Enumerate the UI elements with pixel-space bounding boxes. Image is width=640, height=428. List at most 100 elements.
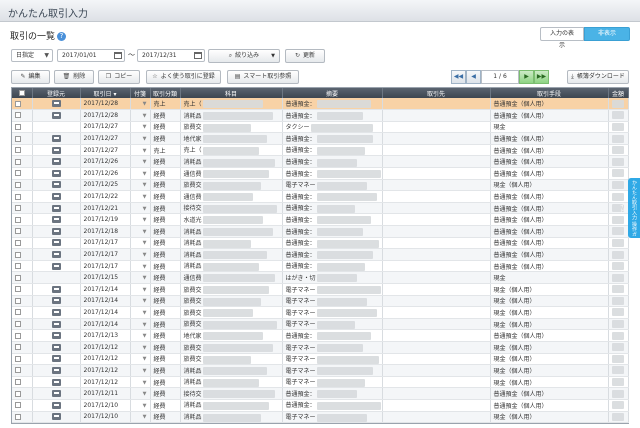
row-checkbox[interactable] xyxy=(15,390,21,397)
row-select-cell[interactable] xyxy=(12,306,33,319)
row-checkbox[interactable] xyxy=(15,286,21,293)
row-checkbox[interactable] xyxy=(15,332,21,339)
table-row[interactable]: 2017/12/12 ▼ 経費 消耗品 電子マネー 現金（個人用） xyxy=(12,364,629,377)
row-checkbox[interactable] xyxy=(15,158,21,165)
table-row[interactable]: 2017/12/18 ▼ 経費 消耗品 普通預金： 普通預金（個人用） xyxy=(12,225,629,238)
tab-hide[interactable]: 非表示 xyxy=(584,27,630,41)
row-select-cell[interactable] xyxy=(12,237,33,250)
chevron-down-icon[interactable]: ▼ xyxy=(143,345,147,351)
refresh-button[interactable]: ↻ 更新 xyxy=(285,49,325,63)
table-row[interactable]: 2017/12/21 ▼ 経費 接待交 普通預金： 普通預金（個人用） xyxy=(12,202,629,215)
tag-cell[interactable]: ▼ xyxy=(130,306,151,319)
row-select-cell[interactable] xyxy=(12,144,33,157)
row-checkbox[interactable] xyxy=(15,170,21,177)
table-row[interactable]: 2017/12/25 ▼ 経費 旅費交 電子マネー 現金（個人用） xyxy=(12,179,629,192)
row-select-cell[interactable] xyxy=(12,387,33,400)
last-page-button[interactable]: ▶▶ xyxy=(534,70,549,84)
row-checkbox[interactable] xyxy=(15,344,21,351)
column-header[interactable]: 金額 xyxy=(608,88,629,98)
tag-cell[interactable]: ▼ xyxy=(130,225,151,238)
tag-cell[interactable]: ▼ xyxy=(130,132,151,145)
table-row[interactable]: 2017/12/17 ▼ 経費 消耗品 普通預金： 普通預金（個人用） xyxy=(12,237,629,250)
row-select-cell[interactable] xyxy=(12,155,33,169)
ledger-download-button[interactable]: ⤓ 帳簿ダウンロード xyxy=(567,70,629,84)
row-select-cell[interactable] xyxy=(12,202,33,215)
table-row[interactable]: 2017/12/14 ▼ 経費 旅費交 電子マネー 現金（個人用） xyxy=(12,306,629,319)
row-checkbox[interactable] xyxy=(15,135,21,142)
chevron-down-icon[interactable]: ▼ xyxy=(143,229,147,235)
chevron-down-icon[interactable]: ▼ xyxy=(143,148,147,154)
chevron-down-icon[interactable]: ▼ xyxy=(143,240,147,246)
edit-button[interactable]: ✎ 編集 xyxy=(11,70,50,84)
table-row[interactable]: 2017/12/17 ▼ 経費 消耗品 普通預金： 普通預金（個人用） xyxy=(12,248,629,261)
tag-cell[interactable]: ▼ xyxy=(130,202,151,215)
row-checkbox[interactable] xyxy=(15,216,21,223)
chevron-down-icon[interactable]: ▼ xyxy=(143,217,147,223)
delete-button[interactable]: 🗑 削除 xyxy=(54,70,94,84)
table-row[interactable]: 2017/12/26 ▼ 経費 消耗品 普通預金： 普通預金（個人用） xyxy=(12,155,629,169)
row-select-cell[interactable] xyxy=(12,132,33,145)
chevron-down-icon[interactable]: ▼ xyxy=(143,264,147,270)
chevron-down-icon[interactable]: ▼ xyxy=(143,101,147,107)
row-select-cell[interactable] xyxy=(12,353,33,366)
tag-cell[interactable]: ▼ xyxy=(130,213,151,227)
row-select-cell[interactable] xyxy=(12,179,33,192)
row-select-cell[interactable] xyxy=(12,109,33,122)
column-header[interactable]: 取引先 xyxy=(382,88,491,98)
tag-cell[interactable]: ▼ xyxy=(130,98,151,111)
row-select-cell[interactable] xyxy=(12,260,33,273)
chevron-down-icon[interactable]: ▼ xyxy=(143,113,147,119)
tag-cell[interactable]: ▼ xyxy=(130,109,151,122)
copy-button[interactable]: ❐ コピー xyxy=(98,70,140,84)
table-row[interactable]: 2017/12/26 ▼ 経費 通信費 普通預金： 普通預金（個人用） xyxy=(12,167,629,180)
table-row[interactable]: 2017/12/11 ▼ 経費 接待交 普通預金： 普通預金（個人用） xyxy=(12,387,629,400)
chevron-down-icon[interactable]: ▼ xyxy=(143,287,147,293)
row-select-cell[interactable] xyxy=(12,213,33,227)
row-checkbox[interactable] xyxy=(15,402,21,409)
table-row[interactable]: 2017/12/14 ▼ 経費 旅費交 電子マネー 現金（個人用） xyxy=(12,318,629,331)
chevron-down-icon[interactable]: ▼ xyxy=(143,368,147,374)
tag-cell[interactable]: ▼ xyxy=(130,190,151,203)
row-select-cell[interactable] xyxy=(12,329,33,342)
tag-cell[interactable]: ▼ xyxy=(130,411,151,424)
table-row[interactable]: 2017/12/12 ▼ 経費 旅費交 電子マネー 現金（個人用） xyxy=(12,341,629,354)
select-all-header[interactable] xyxy=(12,88,33,98)
guide-side-tab[interactable]: かんたん取引入力 操作ガイド xyxy=(619,178,640,238)
chevron-down-icon[interactable]: ▼ xyxy=(143,194,147,200)
tag-cell[interactable]: ▼ xyxy=(130,295,151,308)
row-checkbox[interactable] xyxy=(15,228,21,235)
chevron-down-icon[interactable]: ▼ xyxy=(143,414,147,420)
tag-cell[interactable]: ▼ xyxy=(130,353,151,366)
chevron-down-icon[interactable]: ▼ xyxy=(143,252,147,258)
row-checkbox[interactable] xyxy=(15,123,21,130)
narrow-down-button[interactable]: ⌕ 絞り込み ▼ xyxy=(208,49,280,63)
tag-cell[interactable]: ▼ xyxy=(130,399,151,412)
table-row[interactable]: 2017/12/28 ▼ 経費 消耗品 普通預金： 普通預金（個人用） xyxy=(12,109,629,122)
table-row[interactable]: 2017/12/12 ▼ 経費 旅費交 電子マネー 現金（個人用） xyxy=(12,353,629,366)
row-checkbox[interactable] xyxy=(15,205,21,212)
row-checkbox[interactable] xyxy=(15,263,21,270)
column-header[interactable]: 付箋 xyxy=(130,88,151,98)
prev-page-button[interactable]: ◀ xyxy=(466,70,481,84)
tag-cell[interactable]: ▼ xyxy=(130,237,151,250)
tag-cell[interactable]: ▼ xyxy=(130,271,151,284)
row-select-cell[interactable] xyxy=(12,411,33,424)
row-checkbox[interactable] xyxy=(15,239,21,246)
tag-cell[interactable]: ▼ xyxy=(130,121,151,134)
calendar-icon[interactable] xyxy=(194,52,202,59)
column-header[interactable]: 取引日 ▾ xyxy=(80,88,131,98)
row-checkbox[interactable] xyxy=(15,251,21,258)
table-row[interactable]: 2017/12/14 ▼ 経費 旅費交 電子マネー 現金（個人用） xyxy=(12,295,629,308)
tag-cell[interactable]: ▼ xyxy=(130,329,151,342)
chevron-down-icon[interactable]: ▼ xyxy=(143,322,147,328)
chevron-down-icon[interactable]: ▼ xyxy=(143,159,147,165)
row-select-cell[interactable] xyxy=(12,190,33,203)
row-checkbox[interactable] xyxy=(15,379,21,386)
chevron-down-icon[interactable]: ▼ xyxy=(143,333,147,339)
chevron-down-icon[interactable]: ▼ xyxy=(143,310,147,316)
row-checkbox[interactable] xyxy=(15,367,21,374)
tag-cell[interactable]: ▼ xyxy=(130,364,151,377)
first-page-button[interactable]: ◀◀ xyxy=(451,70,466,84)
date-mode-select[interactable]: 日指定 ▼ xyxy=(11,49,53,62)
row-checkbox[interactable] xyxy=(15,112,21,119)
